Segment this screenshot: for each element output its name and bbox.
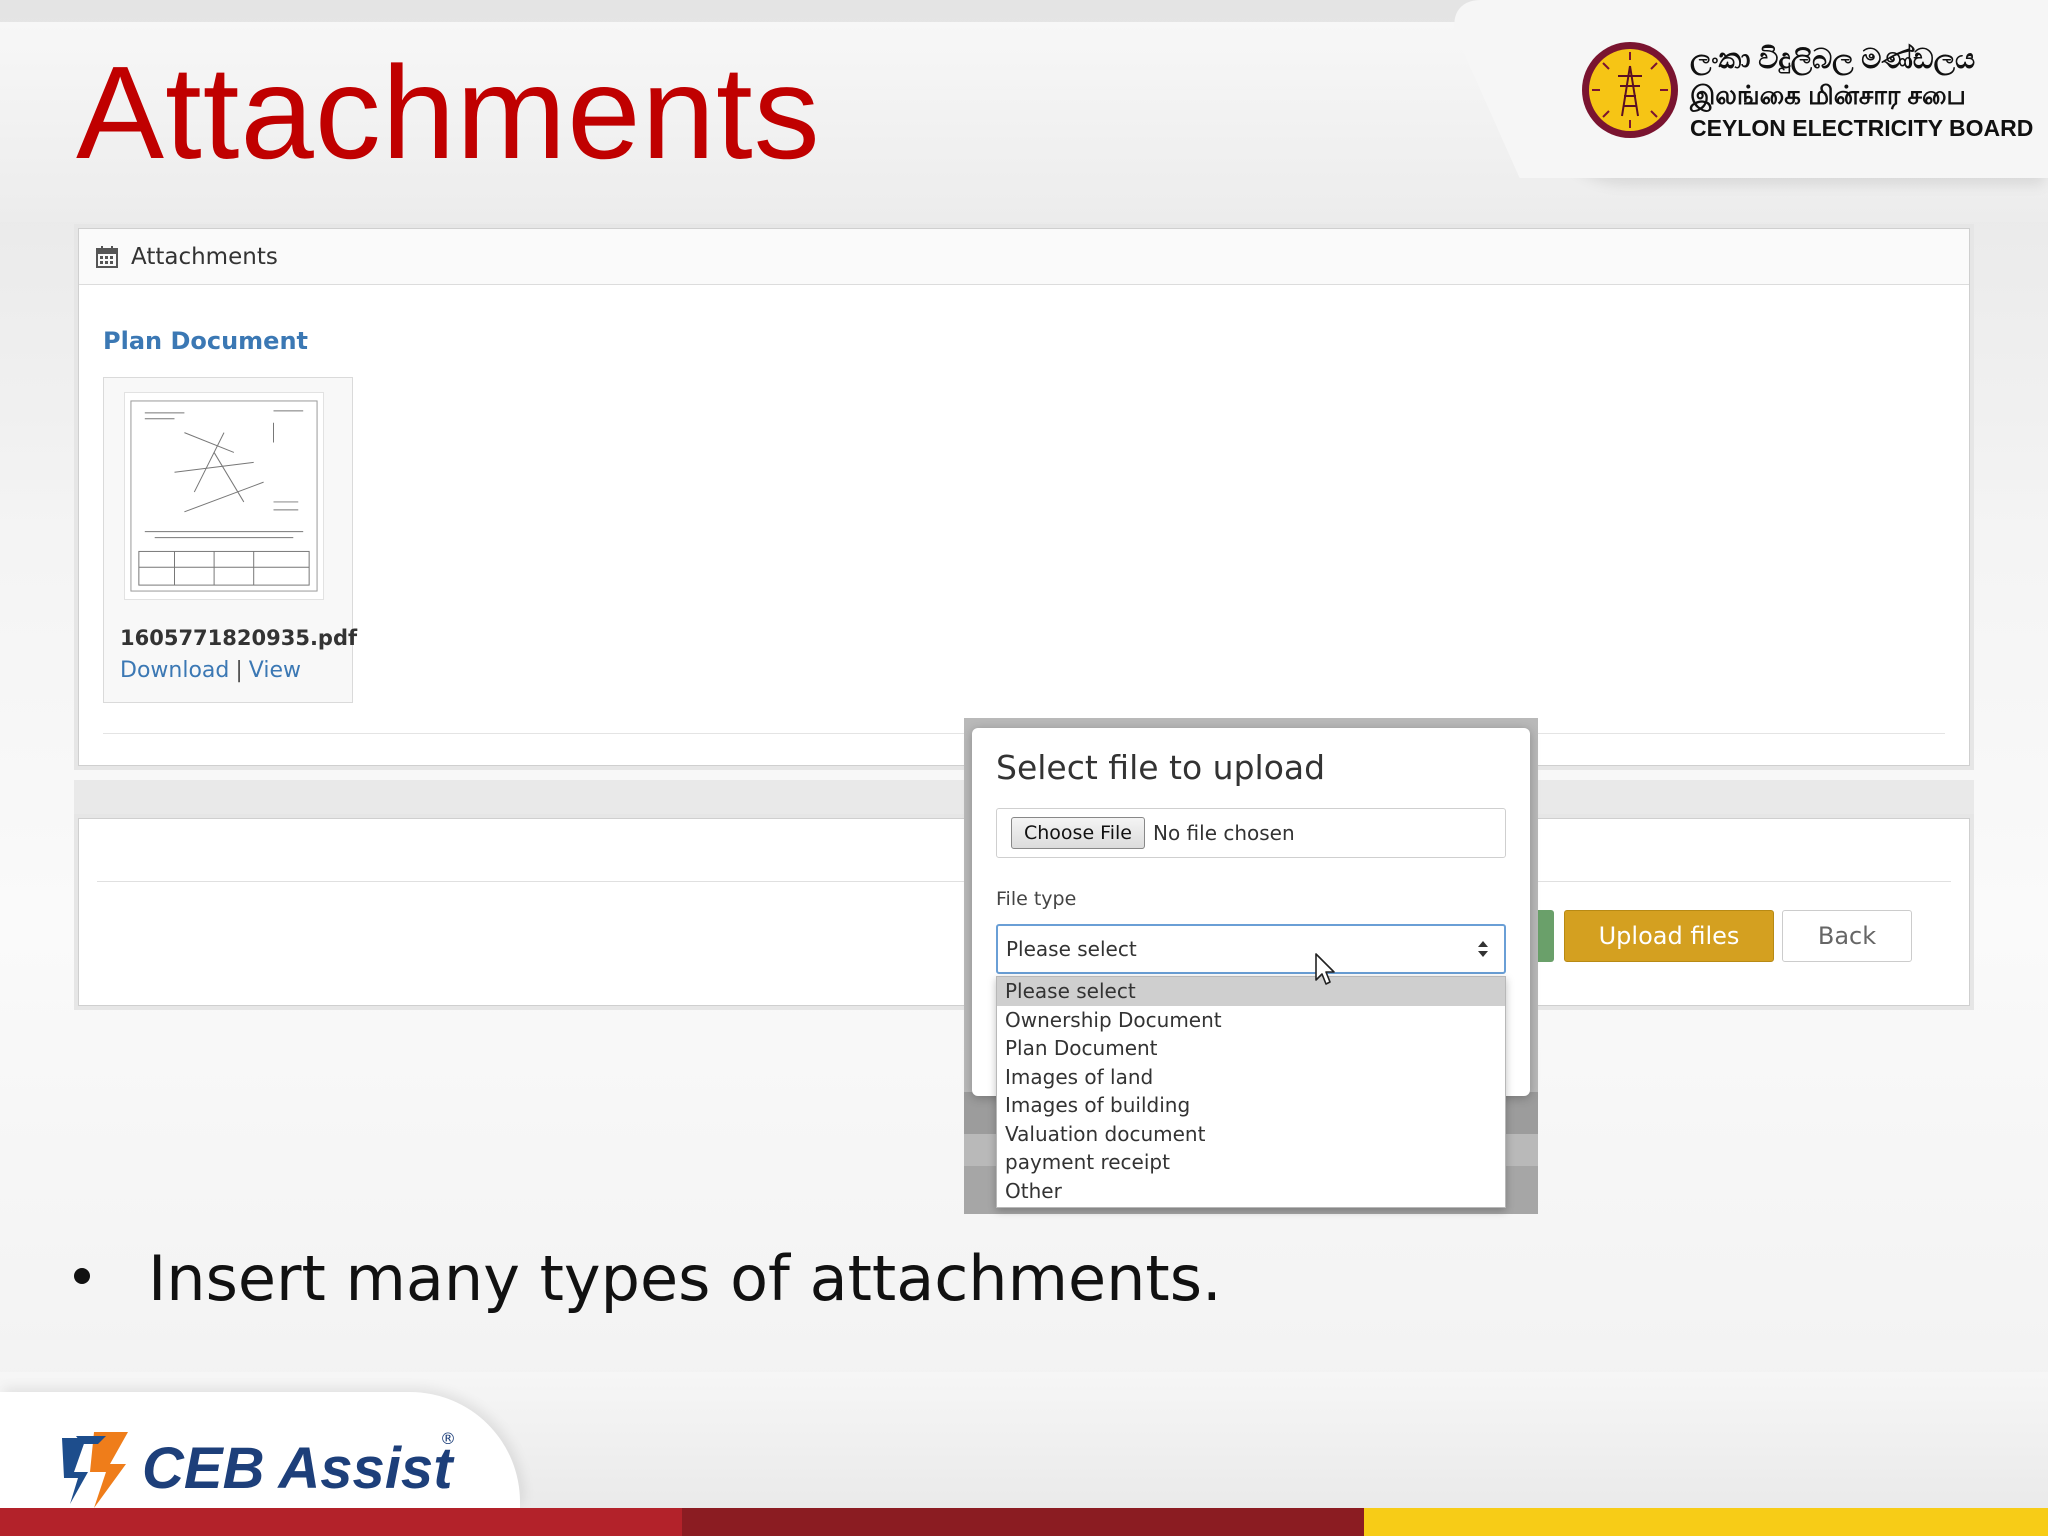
file-type-dropdown: Please select Ownership Document Plan Do… — [996, 976, 1506, 1208]
ceb-wordmark: ලංකා විදුලිබල මණ්ඩලය இலங்கை மின்சார சபை … — [1690, 40, 2034, 144]
no-file-text: No file chosen — [1152, 821, 1295, 845]
mouse-cursor-icon — [1315, 953, 1335, 985]
org-name-english: CEYLON ELECTRICITY BOARD — [1690, 114, 2034, 141]
section-title: Plan Document — [103, 327, 309, 355]
choose-file-button[interactable]: Choose File — [1011, 817, 1145, 849]
bullet-text: Insert many types of attachments. — [148, 1242, 1222, 1315]
registered-mark: ® — [440, 1429, 456, 1448]
footer-stripe-maroon — [682, 1508, 1364, 1536]
panel-header: Attachments — [79, 229, 1969, 285]
dropdown-option[interactable]: Plan Document — [997, 1034, 1505, 1063]
attachment-links: Download | View — [120, 658, 301, 683]
ceb-assist-logo: CEB Assist ® — [62, 1429, 456, 1508]
dropdown-option[interactable]: Valuation document — [997, 1120, 1505, 1149]
footer-stripe-yellow — [1364, 1508, 2048, 1536]
document-thumbnail[interactable] — [124, 392, 324, 600]
file-type-label: File type — [996, 888, 1077, 910]
org-name-tamil: இலங்கை மின்சார சபை — [1690, 79, 1966, 110]
footer-stripe-red — [0, 1508, 682, 1536]
dropdown-option[interactable]: payment receipt — [997, 1148, 1505, 1177]
calendar-icon — [96, 245, 118, 268]
ceb-seal-logo — [1582, 42, 1678, 138]
attachments-panel: Attachments Plan Document 1605771820935.… — [78, 228, 1970, 766]
view-link[interactable]: View — [249, 658, 301, 683]
download-link[interactable]: Download — [120, 658, 229, 683]
bullet-marker — [74, 1268, 90, 1284]
back-button[interactable]: Back — [1782, 910, 1912, 962]
panel-header-label: Attachments — [131, 243, 278, 270]
link-separator: | — [235, 658, 243, 683]
dropdown-option[interactable]: Please select — [997, 977, 1505, 1006]
page-title: Attachments — [76, 39, 821, 186]
attachment-card: 1605771820935.pdf Download | View — [103, 377, 357, 703]
dropdown-option[interactable]: Other — [997, 1177, 1505, 1206]
attachment-file-name: 1605771820935.pdf — [120, 626, 358, 650]
dropdown-option[interactable]: Ownership Document — [997, 1006, 1505, 1035]
dropdown-option[interactable]: Images of land — [997, 1063, 1505, 1092]
dropdown-option[interactable]: Images of building — [997, 1091, 1505, 1120]
ceb-assist-wordmark: CEB Assist — [142, 1436, 455, 1501]
upload-files-button[interactable]: Upload files — [1564, 910, 1774, 962]
modal-title: Select file to upload — [996, 748, 1326, 787]
file-input[interactable]: Choose File No file chosen — [996, 808, 1506, 858]
select-caret-icon — [1478, 941, 1488, 957]
file-type-select[interactable]: Please select — [996, 924, 1506, 974]
file-type-select-value: Please select — [1006, 937, 1137, 961]
org-name-sinhala: ලංකා විදුලිබල මණ්ඩලය — [1690, 43, 1976, 74]
